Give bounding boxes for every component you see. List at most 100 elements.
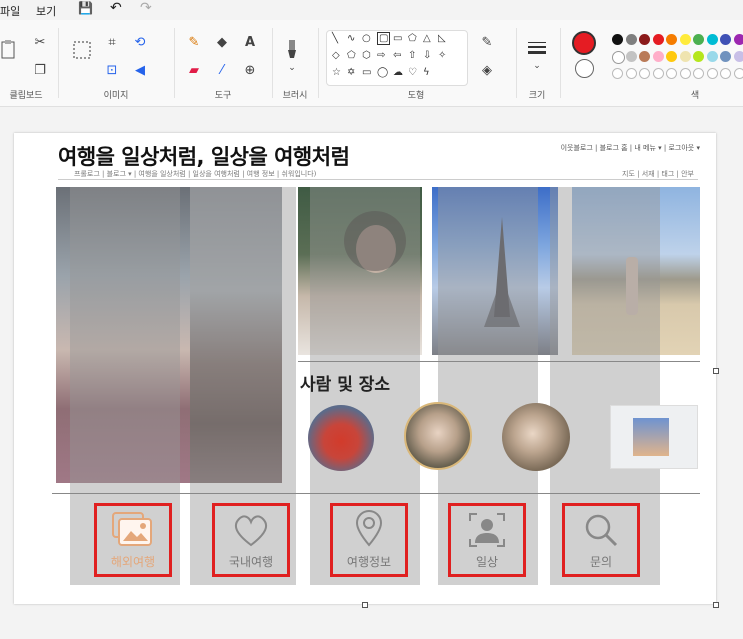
diamond-icon: ◇ — [332, 50, 340, 61]
group-label-image: 이미지 — [103, 91, 129, 101]
color-swatch[interactable] — [706, 51, 718, 62]
right-triangle-icon: ◺ — [438, 33, 446, 44]
custom-color-slot[interactable] — [612, 68, 623, 79]
canvas-area: 여행을 일상처럼, 일상을 여행처럼 이웃블로그 | 블로그 홈 | 내 메뉴 … — [0, 107, 743, 639]
outline-icon[interactable]: ✎ — [478, 34, 496, 50]
crop-icon[interactable]: ⌗ — [104, 34, 120, 50]
color-swatch[interactable] — [625, 51, 637, 62]
photos-icon — [112, 512, 152, 546]
button-contact[interactable]: 문의 — [562, 503, 640, 577]
redo-icon[interactable]: ↷ — [140, 0, 152, 16]
rectangle-icon: ▢ — [377, 32, 391, 45]
chevron-down-icon[interactable]: ⌄ — [284, 62, 300, 74]
color-swatch[interactable] — [720, 51, 731, 62]
circle-photo-woman — [404, 402, 472, 470]
arrow-right-icon: ⇨ — [377, 50, 386, 61]
rounded-rect-icon: ▭ — [393, 33, 403, 44]
custom-color-slot[interactable] — [679, 68, 691, 79]
color-swatch[interactable] — [639, 51, 650, 62]
custom-color-slot[interactable] — [733, 68, 743, 79]
custom-color-slot[interactable] — [693, 68, 704, 79]
secondary-color[interactable] — [575, 59, 594, 78]
callout-oval-icon: ◯ — [377, 67, 389, 78]
rotate-icon[interactable]: ⟲ — [132, 34, 148, 50]
shapes-gallery[interactable]: ╲ ∿ ○ ▢ ▭ ⬠ △ ◺ ◇ ⬠ ⬡ ⇨ ⇦ ⇧ ⇩ ✧ ☆ ✡ ▭ ◯ … — [326, 30, 468, 86]
drawing-canvas[interactable]: 여행을 일상처럼, 일상을 여행처럼 이웃블로그 | 블로그 홈 | 내 메뉴 … — [14, 133, 716, 604]
divider — [318, 28, 319, 98]
person-frame-icon — [469, 513, 505, 547]
color-swatch[interactable] — [693, 51, 704, 62]
undo-icon[interactable]: ↶ — [110, 0, 122, 16]
custom-color-slot[interactable] — [625, 68, 637, 79]
color-swatch[interactable] — [693, 34, 704, 45]
divider — [560, 28, 561, 98]
button-label: 문의 — [589, 555, 613, 569]
blog-top-links: 이웃블로그 | 블로그 홈 | 내 메뉴 ▾ | 로그아웃 ▾ — [560, 144, 700, 152]
copy-icon[interactable]: ❐ — [32, 62, 48, 78]
color-swatch[interactable] — [612, 51, 625, 64]
group-label-brushes: 브러시 — [282, 91, 308, 101]
button-domestic-travel[interactable]: 국내여행 — [212, 503, 290, 577]
brush-icon[interactable] — [284, 38, 300, 60]
pencil-icon[interactable]: ✎ — [186, 34, 202, 50]
star6-icon: ✡ — [347, 67, 356, 78]
custom-color-slot[interactable] — [666, 68, 677, 79]
fill-shape-icon[interactable]: ◈ — [478, 62, 496, 78]
color-swatch[interactable] — [652, 51, 664, 62]
button-travel-info[interactable]: 여행정보 — [330, 503, 408, 577]
pentagon-icon: ⬠ — [347, 50, 356, 61]
color-swatch[interactable] — [679, 34, 691, 45]
resize-handle-corner[interactable] — [713, 602, 719, 608]
color-swatch[interactable] — [706, 34, 718, 45]
button-daily-life[interactable]: 일상 — [448, 503, 526, 577]
resize-icon[interactable]: ⊡ — [104, 62, 120, 78]
resize-handle-right[interactable] — [713, 368, 719, 374]
line-icon: ╲ — [332, 33, 339, 44]
custom-color-slot[interactable] — [720, 68, 731, 79]
arrow-left-icon: ⇦ — [393, 50, 402, 61]
custom-color-slot[interactable] — [652, 68, 664, 79]
color-swatch[interactable] — [679, 51, 691, 62]
location-pin-icon — [355, 510, 383, 547]
custom-color-slot[interactable] — [639, 68, 650, 79]
color-swatch[interactable] — [666, 51, 677, 62]
group-label-colors: 색 — [690, 91, 700, 101]
menu-bar: 파일 보기 💾 ↶ ↷ — [0, 0, 743, 20]
paste-icon[interactable] — [0, 38, 16, 60]
fill-icon[interactable]: ◆ — [214, 34, 230, 50]
star5-icon: ☆ — [332, 67, 341, 78]
color-swatch[interactable] — [625, 34, 637, 45]
map-thumbnail — [610, 405, 698, 469]
color-swatch[interactable] — [733, 34, 743, 45]
custom-color-slot[interactable] — [706, 68, 718, 79]
button-overseas-travel[interactable]: 해외여행 — [94, 503, 172, 577]
menu-file[interactable]: 파일 — [0, 3, 20, 19]
group-label-shapes: 도형 — [407, 91, 425, 101]
menu-view[interactable]: 보기 — [36, 3, 56, 19]
eraser-icon[interactable]: ▰ — [186, 62, 202, 78]
color-swatch[interactable] — [733, 51, 743, 62]
color-swatch[interactable] — [720, 34, 731, 45]
flip-icon[interactable]: ◀ — [132, 62, 148, 78]
resize-handle-bottom[interactable] — [362, 602, 368, 608]
select-icon[interactable] — [72, 40, 92, 60]
line-width-icon[interactable] — [526, 38, 548, 58]
divider — [272, 28, 273, 98]
cut-icon[interactable]: ✂ — [32, 34, 48, 50]
color-swatch[interactable] — [652, 34, 664, 45]
callout-cloud-icon: ☁ — [393, 67, 403, 78]
text-icon[interactable]: A — [242, 34, 258, 50]
star4-icon: ✧ — [438, 50, 447, 61]
primary-color[interactable] — [572, 31, 596, 55]
divider-line — [52, 493, 700, 494]
color-picker-icon[interactable]: ⁄ — [214, 62, 230, 78]
divider — [58, 28, 59, 98]
save-icon[interactable]: 💾 — [78, 1, 93, 15]
group-label-size: 크기 — [528, 91, 546, 101]
color-swatch[interactable] — [612, 34, 623, 45]
magnifier-icon[interactable]: ⊕ — [242, 62, 258, 78]
group-label-tools: 도구 — [214, 91, 232, 101]
color-swatch[interactable] — [639, 34, 650, 45]
chevron-down-icon[interactable]: ⌄ — [530, 60, 544, 72]
color-swatch[interactable] — [666, 34, 677, 45]
